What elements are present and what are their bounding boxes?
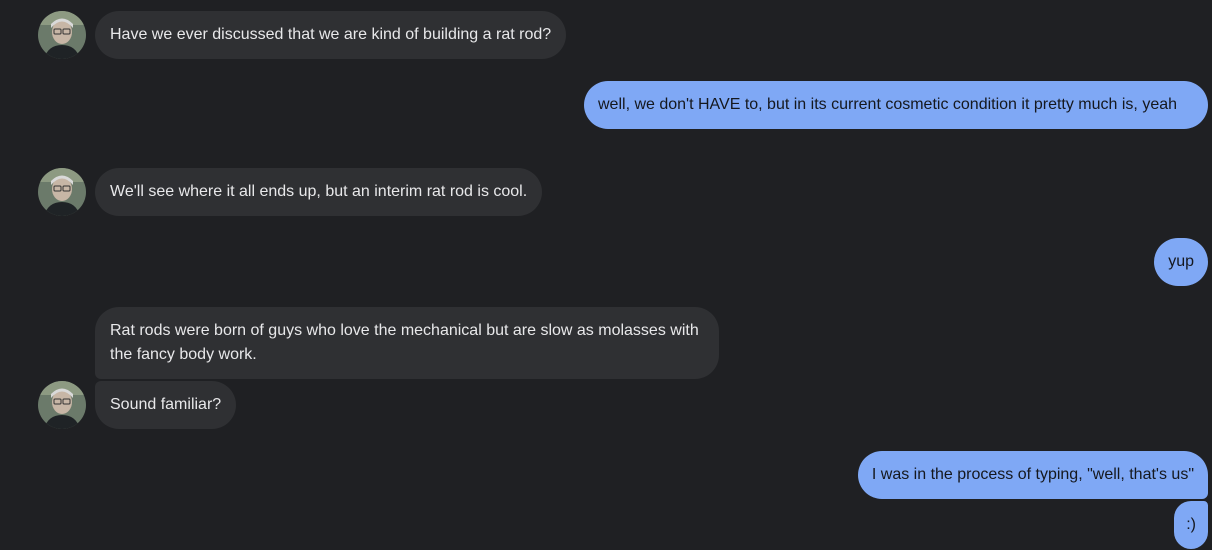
message-bubble-outgoing[interactable]: well, we don't HAVE to, but in its curre… [584,81,1208,129]
message-bubble-incoming[interactable]: We'll see where it all ends up, but an i… [95,168,543,216]
message-bubble-outgoing[interactable]: :) [1174,501,1208,549]
contact-avatar-image [38,381,86,429]
message-bubble-incoming[interactable]: Sound familiar? [95,381,237,429]
chat-thread: Have we ever discussed that we are kind … [0,0,1212,550]
message-bubble-outgoing[interactable]: yup [1154,238,1208,286]
contact-avatar[interactable] [38,381,86,429]
contact-avatar[interactable] [38,168,86,216]
message-bubble-incoming[interactable]: Rat rods were born of guys who love the … [95,307,719,379]
contact-avatar-image [38,11,86,59]
message-bubble-incoming[interactable]: Have we ever discussed that we are kind … [95,11,567,59]
message-bubble-outgoing[interactable]: I was in the process of typing, "well, t… [857,451,1208,499]
contact-avatar[interactable] [38,11,86,59]
contact-avatar-image [38,168,86,216]
